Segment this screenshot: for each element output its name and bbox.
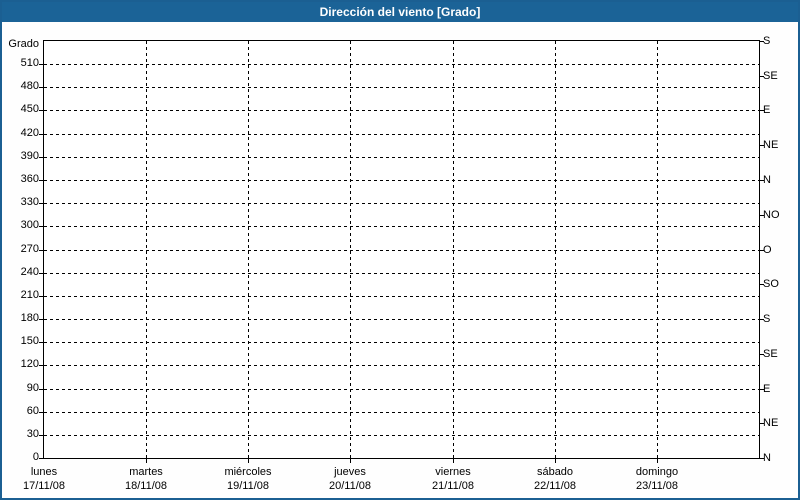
x-axis-date-label: 21/11/08 xyxy=(431,480,474,492)
y-axis-left-tick xyxy=(39,319,43,320)
gridline-horizontal xyxy=(44,319,759,320)
x-axis-day-label: martes xyxy=(129,466,163,478)
x-axis-day-label: viernes xyxy=(435,466,471,478)
gridline-vertical xyxy=(555,41,556,458)
gridline-horizontal xyxy=(44,250,759,251)
y-axis-left-tick xyxy=(39,389,43,390)
y-axis-unit-label: Grado xyxy=(8,38,39,50)
gridline-vertical xyxy=(350,41,351,458)
gridline-horizontal xyxy=(44,435,759,436)
y-axis-left-tick-label: 120 xyxy=(20,358,39,370)
y-axis-left-tick-label: 270 xyxy=(20,243,39,255)
gridline-vertical xyxy=(657,41,658,458)
gridline-vertical xyxy=(248,41,249,458)
y-axis-left-tick-label: 510 xyxy=(20,57,39,69)
y-axis-left-tick-label: 330 xyxy=(20,196,39,208)
y-axis-right-tick-label: S xyxy=(763,313,771,325)
x-axis-date-label: 22/11/08 xyxy=(533,480,576,492)
x-axis-tick xyxy=(350,459,351,463)
gridline-horizontal xyxy=(44,157,759,158)
plot-area xyxy=(39,40,764,463)
y-axis-left-tick-label: 150 xyxy=(20,335,39,347)
x-axis-date-label: 17/11/08 xyxy=(22,480,65,492)
y-axis-left-tick xyxy=(39,203,43,204)
x-axis-day-label: jueves xyxy=(334,466,366,478)
y-axis-left-tick-label: 360 xyxy=(20,173,39,185)
y-axis-left-tick xyxy=(39,87,43,88)
y-axis-left-tick xyxy=(39,226,43,227)
gridline-horizontal xyxy=(44,389,759,390)
y-axis-right-tick-label: NE xyxy=(763,139,779,151)
x-axis-day-label: lunes xyxy=(30,466,58,478)
y-axis-left-tick-label: 90 xyxy=(26,382,39,394)
y-axis-left-tick-label: 30 xyxy=(26,428,39,440)
chart-title-bar: Dirección del viento [Grado] xyxy=(2,2,798,22)
x-axis-date-label: 23/11/08 xyxy=(635,480,678,492)
y-axis-left-tick xyxy=(39,157,43,158)
y-axis-left-tick xyxy=(39,180,43,181)
x-axis-tick xyxy=(146,459,147,463)
y-axis-left-tick-label: 300 xyxy=(20,219,39,231)
y-axis-left-tick xyxy=(39,273,43,274)
gridline-horizontal xyxy=(44,87,759,88)
y-axis-right-tick-label: SO xyxy=(763,278,779,290)
y-axis-left-tick xyxy=(39,134,43,135)
y-axis-right-tick-label: SE xyxy=(763,70,778,82)
gridline-horizontal xyxy=(44,296,759,297)
gridline-horizontal xyxy=(44,203,759,204)
x-axis-day-label: miércoles xyxy=(224,466,272,478)
gridline-vertical xyxy=(453,41,454,458)
gridline-horizontal xyxy=(44,273,759,274)
y-axis-left-tick xyxy=(39,250,43,251)
y-axis-left-tick-label: 210 xyxy=(20,289,39,301)
y-axis-left-tick-label: 0 xyxy=(32,451,39,463)
y-axis-right-tick-label: NE xyxy=(763,417,779,429)
y-axis-left-tick xyxy=(39,412,43,413)
y-axis-left-tick xyxy=(39,64,43,65)
x-axis-tick xyxy=(657,459,658,463)
y-axis-left-tick xyxy=(39,110,43,111)
y-axis-left-tick xyxy=(39,342,43,343)
y-axis-left-tick xyxy=(39,296,43,297)
gridline-vertical xyxy=(146,41,147,458)
x-axis-day-label: sábado xyxy=(536,466,574,478)
y-axis-left-tick xyxy=(39,458,43,459)
y-axis-left-tick-label: 450 xyxy=(20,103,39,115)
y-axis-left-tick xyxy=(39,435,43,436)
x-axis-tick xyxy=(248,459,249,463)
y-axis-right-tick-label: SE xyxy=(763,348,778,360)
x-axis-day-label: domingo xyxy=(635,466,679,478)
y-axis-right-tick-label: N xyxy=(763,452,771,464)
y-axis-right-tick-label: S xyxy=(763,35,771,47)
gridline-horizontal xyxy=(44,412,759,413)
y-axis-left-tick-label: 180 xyxy=(20,312,39,324)
x-axis-tick xyxy=(555,459,556,463)
y-axis-left-tick-label: 240 xyxy=(20,266,39,278)
y-axis-right-tick-label: NO xyxy=(763,209,780,221)
chart-title: Dirección del viento [Grado] xyxy=(319,5,481,19)
wind-direction-chart: Dirección del viento [Grado] Grado 0 30 60… xyxy=(0,0,800,500)
y-axis-right-tick-label: E xyxy=(763,104,771,116)
y-axis-left-tick-label: 420 xyxy=(20,127,39,139)
gridline-horizontal xyxy=(44,342,759,343)
gridline-horizontal xyxy=(44,180,759,181)
y-axis-left-tick-label: 480 xyxy=(20,80,39,92)
y-axis-left-tick xyxy=(39,365,43,366)
x-axis-date-label: 18/11/08 xyxy=(124,480,167,492)
gridline-horizontal xyxy=(44,110,759,111)
y-axis-left-tick-label: 390 xyxy=(20,150,39,162)
y-axis-right-tick-label: E xyxy=(763,383,771,395)
gridline-horizontal xyxy=(44,226,759,227)
gridline-horizontal xyxy=(44,64,759,65)
y-axis-right-tick-label: N xyxy=(763,174,771,186)
x-axis-date-label: 19/11/08 xyxy=(226,480,269,492)
y-axis-left-tick-label: 60 xyxy=(26,405,39,417)
gridline-horizontal xyxy=(44,134,759,135)
x-axis-date-label: 20/11/08 xyxy=(328,480,371,492)
y-axis-right-tick-label: O xyxy=(763,244,772,256)
x-axis-tick xyxy=(453,459,454,463)
gridline-horizontal xyxy=(44,365,759,366)
